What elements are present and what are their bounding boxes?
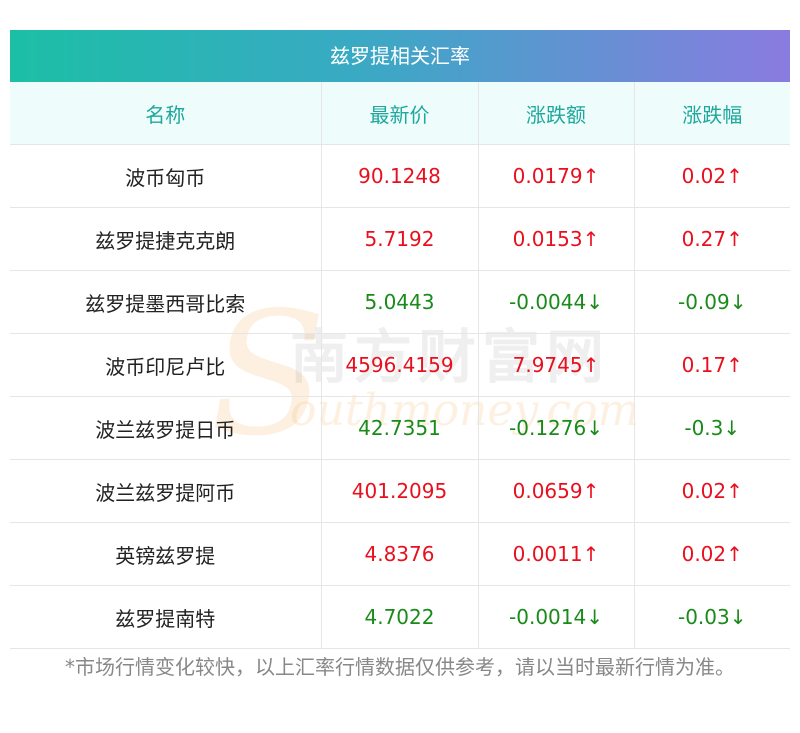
cell-name: 兹罗提墨西哥比索 — [10, 270, 321, 334]
cell-change: 0.0153↑ — [477, 207, 634, 271]
cell-price: 42.7351 — [320, 396, 478, 460]
cell-name: 兹罗提南特 — [10, 585, 321, 649]
cell-change: -0.1276↓ — [477, 396, 634, 460]
cell-price: 5.0443 — [320, 270, 478, 334]
cell-pct: 0.02↑ — [633, 459, 790, 523]
exchange-rate-card: 兹罗提相关汇率 S 南方财富网 outhmoney.com 名称 最新价 涨跌额… — [10, 30, 790, 649]
cell-change: -0.0044↓ — [477, 270, 634, 334]
disclaimer-footnote: *市场行情变化较快，以上汇率行情数据仅供参考，请以当时最新行情为准。 — [65, 655, 735, 679]
cell-pct: -0.3↓ — [633, 396, 790, 460]
cell-name: 波币匈币 — [10, 144, 321, 208]
cell-pct: 0.27↑ — [633, 207, 790, 271]
cell-name: 英镑兹罗提 — [10, 522, 321, 586]
table-row: 波兰兹罗提日币 42.7351 -0.1276↓ -0.3↓ — [10, 396, 790, 460]
header-name: 名称 — [10, 82, 321, 145]
cell-name: 波币印尼卢比 — [10, 333, 321, 397]
table-row: 波币匈币 90.1248 0.0179↑ 0.02↑ — [10, 144, 790, 208]
cell-pct: 0.02↑ — [633, 522, 790, 586]
cell-change: -0.0014↓ — [477, 585, 634, 649]
cell-pct: 0.17↑ — [633, 333, 790, 397]
header-price: 最新价 — [320, 82, 478, 145]
cell-price: 4.7022 — [320, 585, 478, 649]
table-row: 波币印尼卢比 4596.4159 7.9745↑ 0.17↑ — [10, 333, 790, 397]
header-row: 名称 最新价 涨跌额 涨跌幅 — [10, 82, 790, 145]
table-row: 兹罗提捷克克朗 5.7192 0.0153↑ 0.27↑ — [10, 207, 790, 271]
cell-name: 兹罗提捷克克朗 — [10, 207, 321, 271]
cell-pct: -0.03↓ — [633, 585, 790, 649]
cell-name: 波兰兹罗提日币 — [10, 396, 321, 460]
table-row: 英镑兹罗提 4.8376 0.0011↑ 0.02↑ — [10, 522, 790, 586]
header-change: 涨跌额 — [477, 82, 634, 145]
cell-change: 7.9745↑ — [477, 333, 634, 397]
rates-table: 名称 最新价 涨跌额 涨跌幅 波币匈币 90.1248 0.0179↑ 0.02↑ 兹罗… — [10, 82, 790, 649]
cell-price: 401.2095 — [320, 459, 478, 523]
cell-pct: -0.09↓ — [633, 270, 790, 334]
table-row: 兹罗提南特 4.7022 -0.0014↓ -0.03↓ — [10, 585, 790, 649]
header-pct: 涨跌幅 — [633, 82, 790, 145]
cell-change: 0.0011↑ — [477, 522, 634, 586]
cell-price: 4.8376 — [320, 522, 478, 586]
cell-price: 5.7192 — [320, 207, 478, 271]
table-title: 兹罗提相关汇率 — [10, 30, 790, 82]
cell-price: 90.1248 — [320, 144, 478, 208]
table-row: 波兰兹罗提阿币 401.2095 0.0659↑ 0.02↑ — [10, 459, 790, 523]
cell-change: 0.0179↑ — [477, 144, 634, 208]
table-row: 兹罗提墨西哥比索 5.0443 -0.0044↓ -0.09↓ — [10, 270, 790, 334]
cell-change: 0.0659↑ — [477, 459, 634, 523]
cell-pct: 0.02↑ — [633, 144, 790, 208]
cell-name: 波兰兹罗提阿币 — [10, 459, 321, 523]
cell-price: 4596.4159 — [320, 333, 478, 397]
